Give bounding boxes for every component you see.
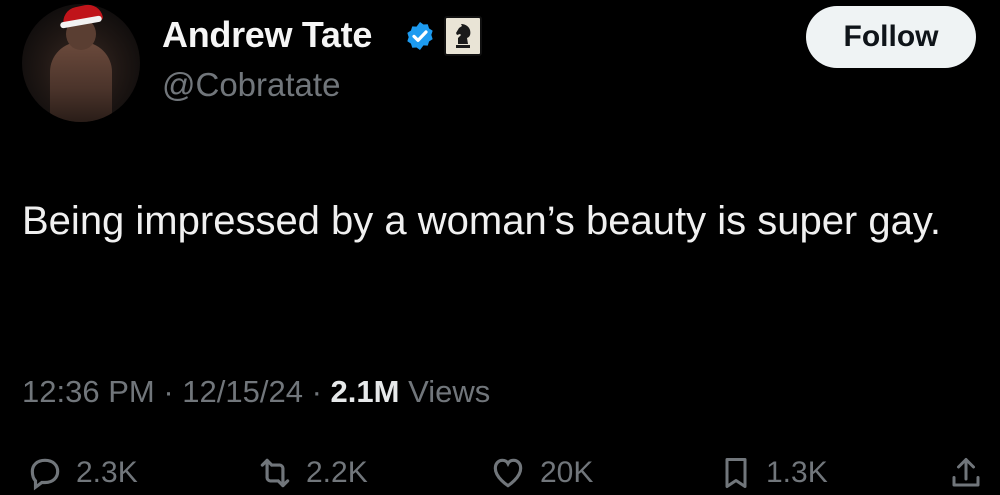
verified-badge-icon (407, 22, 433, 50)
reply-count: 2.3K (76, 456, 138, 489)
avatar-figure (50, 42, 112, 122)
views-label: Views (408, 374, 491, 409)
share-icon (952, 458, 980, 487)
heart-icon (493, 458, 523, 488)
follow-button[interactable]: Follow (806, 6, 976, 68)
tweet-metadata: 12:36 PM · 12/15/24 · 2.1M Views (22, 374, 490, 410)
meta-separator: · (311, 374, 322, 409)
repost-button[interactable]: 2.2K (256, 454, 368, 492)
like-count: 20K (540, 456, 594, 489)
bookmark-button[interactable]: 1.3K (718, 454, 828, 492)
user-handle[interactable]: @Cobratate (162, 66, 340, 104)
bookmark-count: 1.3K (766, 456, 828, 489)
meta-separator: · (163, 374, 174, 409)
tweet-text: Being impressed by a woman’s beauty is s… (22, 199, 942, 243)
share-button[interactable] (948, 454, 996, 492)
display-name[interactable]: Andrew Tate (162, 14, 372, 56)
reply-icon (30, 458, 60, 491)
tweet-date[interactable]: 12/15/24 (182, 374, 303, 409)
affiliate-badge-icon[interactable] (444, 16, 482, 56)
chess-knight-icon (456, 24, 471, 48)
repost-count: 2.2K (306, 456, 368, 489)
bookmark-icon (725, 458, 747, 488)
reply-button[interactable]: 2.3K (26, 454, 138, 492)
repost-icon (260, 458, 290, 488)
avatar[interactable] (22, 4, 140, 122)
like-button[interactable]: 20K (488, 454, 593, 492)
action-bar: 2.3K 2.2K 20K 1.3K (0, 448, 1000, 495)
tweet-time[interactable]: 12:36 PM (22, 374, 155, 409)
views-count: 2.1M (330, 374, 400, 409)
